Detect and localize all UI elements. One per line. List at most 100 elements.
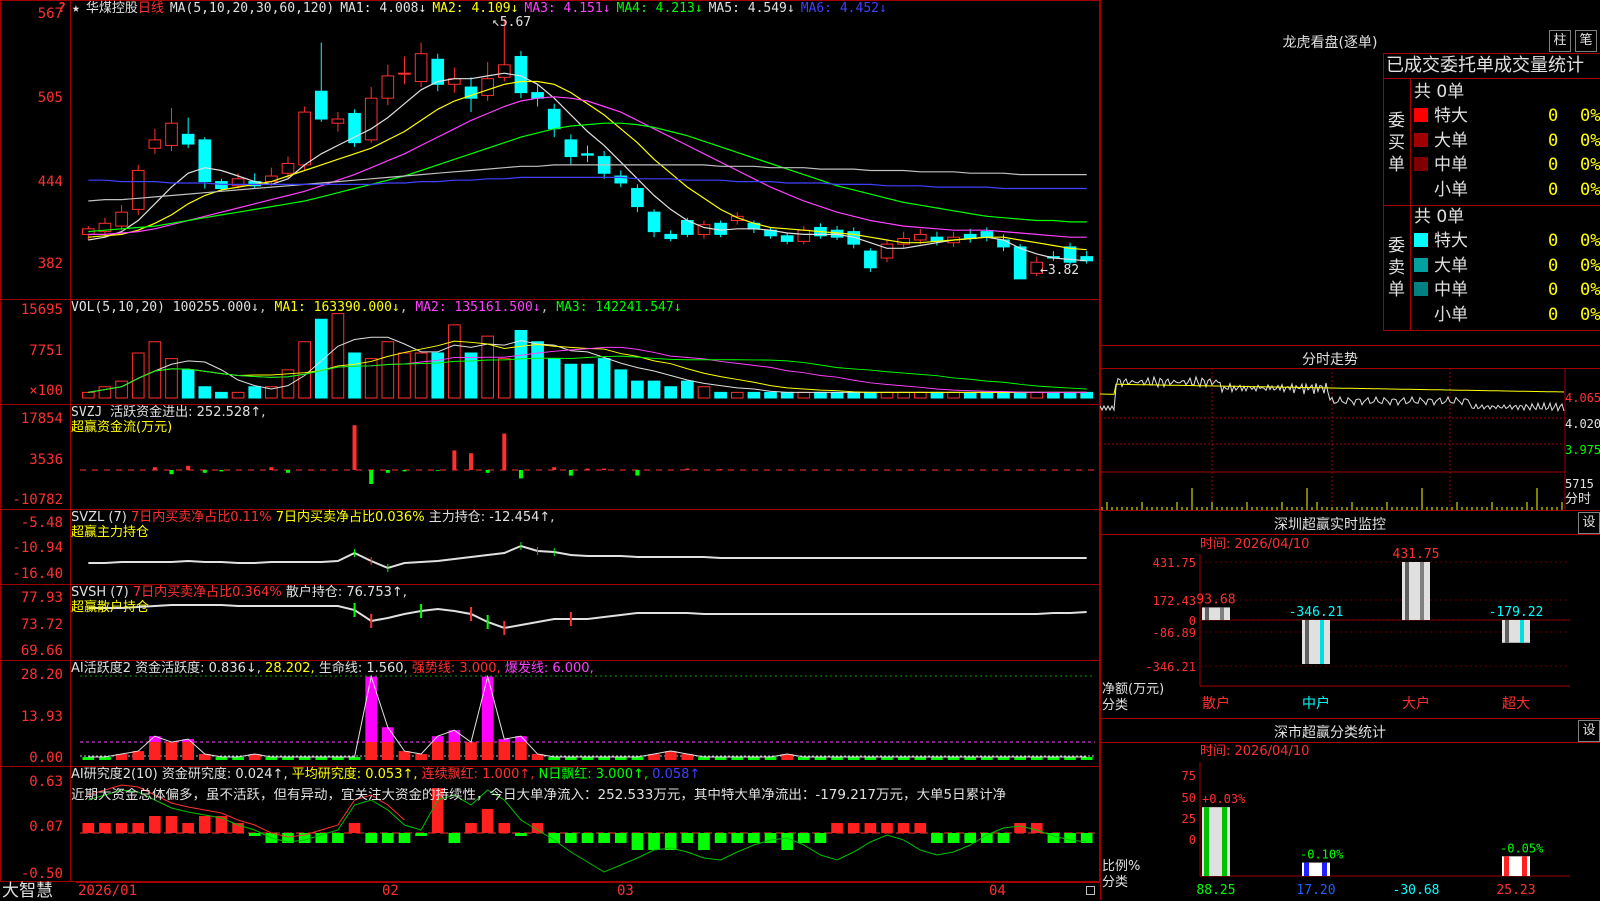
intraday-chart[interactable] [1100, 368, 1600, 510]
volume-bar [830, 391, 844, 399]
sz-category-label: 超大 [1502, 696, 1530, 712]
ai2-bar [797, 833, 810, 843]
ss-bar-value: -30.68 [1393, 883, 1440, 898]
ai1-y-2: 0.00 [29, 750, 63, 766]
price-candle [780, 235, 794, 242]
volume-bar [298, 341, 311, 399]
svzj-bar [469, 453, 474, 470]
price-candle [115, 211, 128, 227]
price-ma20-line [88, 96, 1087, 238]
ss-bar-stripe [1504, 856, 1509, 876]
ss-settings-button[interactable]: 设 [1578, 720, 1600, 742]
ai2-bar [881, 823, 893, 833]
sz-y-label: 172.43 [1153, 594, 1196, 608]
ma-value-2: MA2: 4.109↓ [432, 1, 519, 16]
sz-category-label: 大户 [1402, 695, 1430, 712]
price-candle [997, 239, 1010, 248]
lhb-title: 龙虎看盘(逐单) [1282, 35, 1378, 51]
svzj-bar [402, 470, 407, 472]
ai2-bar [565, 833, 577, 843]
high-price-mark: ↖5.67 [492, 15, 532, 30]
ai2-bar [198, 816, 211, 833]
volume-bar [248, 386, 262, 399]
svzl-line [88, 544, 1087, 570]
ss-bar-value: 25.23 [1496, 883, 1535, 898]
sz-settings-button[interactable]: 设 [1578, 512, 1600, 534]
vol-header: VOL(5,10,20) 100255.000↓, MA1: 163390.00… [71, 300, 682, 315]
favorite-star-icon[interactable]: ★ [72, 1, 80, 16]
ai1-bar-lower [431, 742, 444, 760]
buy-row-label: 小单 [1434, 179, 1468, 200]
ai2-bar [614, 833, 627, 843]
sell-row-label: 小单 [1434, 304, 1468, 325]
buy-row-pct: 0% [1580, 106, 1600, 126]
ss-stat-chart[interactable]: 7550250+0.03%88.25散户-0.10%17.20中户-30.68大… [1100, 742, 1600, 900]
ss-bar-stripe [1522, 856, 1527, 876]
intraday-top-border [1100, 345, 1600, 346]
svzj-bar [152, 467, 157, 470]
sz-top-border [1100, 510, 1600, 511]
buy-row-pct: 0% [1580, 179, 1600, 200]
sell-row-3: 小单 0 0% [1414, 303, 1600, 327]
volume-bar [847, 391, 861, 399]
volume-bar [614, 369, 628, 399]
ai2-bar [115, 823, 128, 833]
volume-bar [81, 391, 95, 399]
ai1-bar-lower [132, 751, 145, 760]
bar-mode-button[interactable]: 柱 [1549, 30, 1571, 52]
volume-bar [464, 352, 478, 399]
svzj-y-1: 3536 [29, 452, 63, 468]
chart-canvas[interactable] [0, 0, 1100, 900]
ai1-line [88, 674, 1087, 758]
sell-side-label: 委卖单 [1388, 236, 1405, 300]
period-label[interactable]: 日线 [138, 1, 164, 16]
price-candle [631, 188, 644, 208]
buy-side-label: 委买单 [1388, 111, 1405, 175]
price-candle [880, 243, 894, 259]
ss-bar-stripe [1222, 807, 1227, 876]
svzj-bar [602, 468, 607, 470]
svsh-y-2: 69.66 [20, 643, 63, 659]
sz-monitor-chart[interactable]: 431.75172.430-86.89-346.2193.68散户-346.21… [1100, 534, 1600, 718]
price-candle [481, 78, 494, 96]
sz-bar-shade [1505, 620, 1509, 643]
volume-bar [331, 313, 345, 399]
ai2-bar [99, 823, 111, 833]
ai2-bar [332, 833, 344, 843]
price-y-2: 444 [37, 174, 63, 190]
ai1-bar [415, 754, 427, 760]
price-candle [980, 231, 994, 238]
volume-bar [381, 341, 395, 399]
ai1-bar-lower [149, 742, 161, 760]
svzj-y-2: -10782 [12, 492, 63, 508]
ai2-bar [698, 833, 710, 850]
sell-row-qty: 0 [1548, 304, 1559, 325]
sell-row-pct: 0% [1580, 231, 1600, 251]
volume-bar [681, 380, 694, 399]
question-mark-icon[interactable]: ? [58, 2, 66, 16]
ai2-y-2: -0.50 [20, 866, 63, 882]
ai2-bar [897, 823, 910, 833]
ai2-bar [931, 833, 943, 843]
order-stat-bottom [1383, 330, 1600, 331]
ai1-bar-lower [382, 742, 394, 760]
svzl-y-2: -16.40 [12, 566, 63, 582]
ai2-bar [681, 833, 694, 843]
volume-bar [747, 391, 761, 399]
volume-bar [115, 380, 128, 399]
ss-y-label: 50 [1182, 791, 1196, 805]
volume-bar [930, 391, 944, 399]
sz-bar-group [1202, 607, 1230, 620]
lock-icon[interactable] [1086, 886, 1095, 895]
ai1-bar-lower [498, 742, 511, 760]
buy-row-pct: 0% [1580, 130, 1600, 151]
ss-bar-stripe [1304, 862, 1309, 876]
volume-bar [215, 391, 228, 399]
tick-mode-button[interactable]: 笔 [1575, 30, 1597, 52]
ai1-bar-lower [182, 742, 194, 760]
low-price-mark: ←3.82 [1040, 263, 1080, 278]
buy-row-2: 中单 0 0% [1414, 153, 1600, 177]
svsh-header: SVSH (7) 7日内买卖净占比0.364% 散户持仓: 76.753↑, [71, 585, 407, 600]
price-candle [1013, 246, 1027, 280]
price-candle [564, 139, 578, 158]
